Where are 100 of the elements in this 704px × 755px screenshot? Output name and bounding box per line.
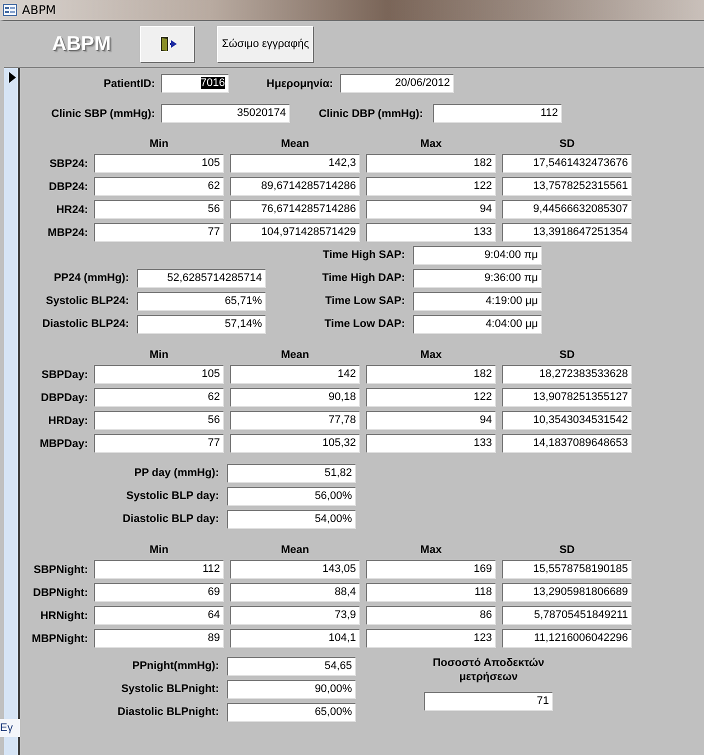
- text-field[interactable]: 62: [94, 388, 224, 407]
- row-label: SBPNight:: [32, 562, 88, 576]
- text-field[interactable]: 112: [94, 560, 224, 579]
- column-header: Max: [419, 348, 443, 362]
- text-field[interactable]: 122: [366, 388, 496, 407]
- text-field[interactable]: 90,00%: [227, 680, 356, 698]
- text-field[interactable]: 77,78: [230, 411, 360, 430]
- field-label: Time Low SAP:: [324, 294, 405, 308]
- text-field[interactable]: 142: [230, 365, 360, 384]
- text-field[interactable]: 17,5461432473676: [502, 154, 632, 173]
- text-field[interactable]: 89: [94, 629, 224, 648]
- save-button[interactable]: Σώσιμο εγγραφής: [217, 26, 314, 62]
- text-field[interactable]: 94: [366, 411, 496, 430]
- text-field[interactable]: 105,32: [230, 434, 360, 453]
- text-field[interactable]: 142,3: [230, 154, 360, 173]
- field-label: Time High DAP:: [321, 271, 405, 285]
- text-field[interactable]: 13,2905981806689: [502, 583, 632, 602]
- text-field[interactable]: 169: [366, 560, 496, 579]
- text-field[interactable]: 65,71%: [137, 292, 266, 310]
- text-field[interactable]: 89,6714285714286: [230, 177, 360, 196]
- text-field[interactable]: 9:36:00 πμ: [413, 268, 542, 288]
- column-header: Min: [148, 543, 170, 557]
- row-label: MBPNight:: [30, 632, 88, 646]
- text-field[interactable]: 5,78705451849211: [502, 606, 632, 625]
- field-label: Diastolic BLPnight:: [116, 705, 219, 719]
- field-label: Systolic BLPnight:: [120, 682, 219, 696]
- text-field[interactable]: 9:04:00 πμ: [413, 246, 542, 264]
- text-field[interactable]: 54,00%: [227, 510, 356, 528]
- column-header: Min: [148, 348, 170, 362]
- text-field[interactable]: 13,9078251355127: [502, 388, 632, 407]
- text-field[interactable]: 73,9: [230, 606, 360, 625]
- text-field[interactable]: 13,7578252315561: [502, 177, 632, 196]
- field-label: Systolic BLP24:: [44, 294, 129, 308]
- text-field[interactable]: 182: [366, 365, 496, 384]
- field-label: Diastolic BLP24:: [41, 317, 129, 331]
- column-header: Min: [148, 137, 170, 151]
- field-label: Time High SAP:: [322, 248, 405, 262]
- record-selector-icon[interactable]: [8, 72, 16, 83]
- text-field[interactable]: 9,44566632085307: [502, 200, 632, 219]
- text-field[interactable]: 64: [94, 606, 224, 625]
- text-field[interactable]: 77: [94, 434, 224, 453]
- text-field[interactable]: 143,05: [230, 560, 360, 579]
- row-label: SBP24:: [48, 156, 88, 170]
- text-field[interactable]: 18,272383533628: [502, 365, 632, 384]
- column-header: Mean: [280, 137, 310, 151]
- text-field[interactable]: 90,18: [230, 388, 360, 407]
- text-field[interactable]: 112: [433, 104, 562, 123]
- text-field[interactable]: 88,4: [230, 583, 360, 602]
- text-field[interactable]: 57,14%: [137, 314, 266, 334]
- column-header: Max: [419, 543, 443, 557]
- text-field[interactable]: 11,1216006042296: [502, 629, 632, 648]
- text-field[interactable]: 104,971428571429: [230, 223, 360, 242]
- text-field[interactable]: 20/06/2012: [340, 74, 454, 93]
- column-header: SD: [558, 543, 576, 557]
- text-field[interactable]: 77: [94, 223, 224, 242]
- row-label: MBP24:: [46, 226, 88, 240]
- text-field[interactable]: 118: [366, 583, 496, 602]
- text-field[interactable]: 182: [366, 154, 496, 173]
- field-label: PPnight(mmHg):: [131, 659, 219, 673]
- field-label: PP24 (mmHg):: [52, 271, 129, 285]
- text-field[interactable]: 4:04:00 μμ: [413, 314, 542, 334]
- column-header: Mean: [280, 348, 310, 362]
- column-header: Mean: [280, 543, 310, 557]
- text-field[interactable]: 7016: [161, 74, 229, 93]
- text-field[interactable]: 105: [94, 154, 224, 173]
- field-label: Clinic DBP (mmHg):: [318, 106, 423, 120]
- text-field[interactable]: 123: [366, 629, 496, 648]
- field-label: Diastolic BLP day:: [122, 512, 219, 526]
- text-field[interactable]: 122: [366, 177, 496, 196]
- text-field[interactable]: 94: [366, 200, 496, 219]
- field-label: Time Low DAP:: [324, 317, 405, 331]
- text-field[interactable]: 54,65: [227, 656, 356, 676]
- text-field[interactable]: 35020174: [161, 104, 290, 123]
- text-field[interactable]: 86: [366, 606, 496, 625]
- text-field[interactable]: 15,5578758190185: [502, 560, 632, 579]
- exit-button[interactable]: [140, 26, 195, 62]
- window-title: ABPM: [22, 3, 56, 17]
- text-field[interactable]: 56: [94, 411, 224, 430]
- record-tab[interactable]: Εγ: [0, 719, 20, 737]
- text-field[interactable]: 52,6285714285714: [137, 268, 266, 288]
- text-field[interactable]: 69: [94, 583, 224, 602]
- text-field[interactable]: 104,1: [230, 629, 360, 648]
- column-header: SD: [558, 137, 576, 151]
- text-field[interactable]: 14,1837089648653: [502, 434, 632, 453]
- text-field[interactable]: 133: [366, 434, 496, 453]
- text-field[interactable]: 13,3918647251354: [502, 223, 632, 242]
- text-field[interactable]: 56,00%: [227, 486, 356, 506]
- text-field[interactable]: 62: [94, 177, 224, 196]
- text-field[interactable]: 133: [366, 223, 496, 242]
- text-field[interactable]: 10,3543034531542: [502, 411, 632, 430]
- field-label: PatientID:: [102, 76, 155, 90]
- text-field[interactable]: 56: [94, 200, 224, 219]
- text-field[interactable]: 65,00%: [227, 702, 356, 722]
- text-field[interactable]: 4:19:00 μμ: [413, 292, 542, 310]
- row-label: HR24:: [55, 202, 88, 216]
- text-field[interactable]: 76,6714285714286: [230, 200, 360, 219]
- text-field[interactable]: 105: [94, 365, 224, 384]
- text-field[interactable]: 51,82: [227, 464, 356, 482]
- text-field[interactable]: 71: [424, 692, 553, 711]
- row-label: DBPDay:: [40, 390, 88, 404]
